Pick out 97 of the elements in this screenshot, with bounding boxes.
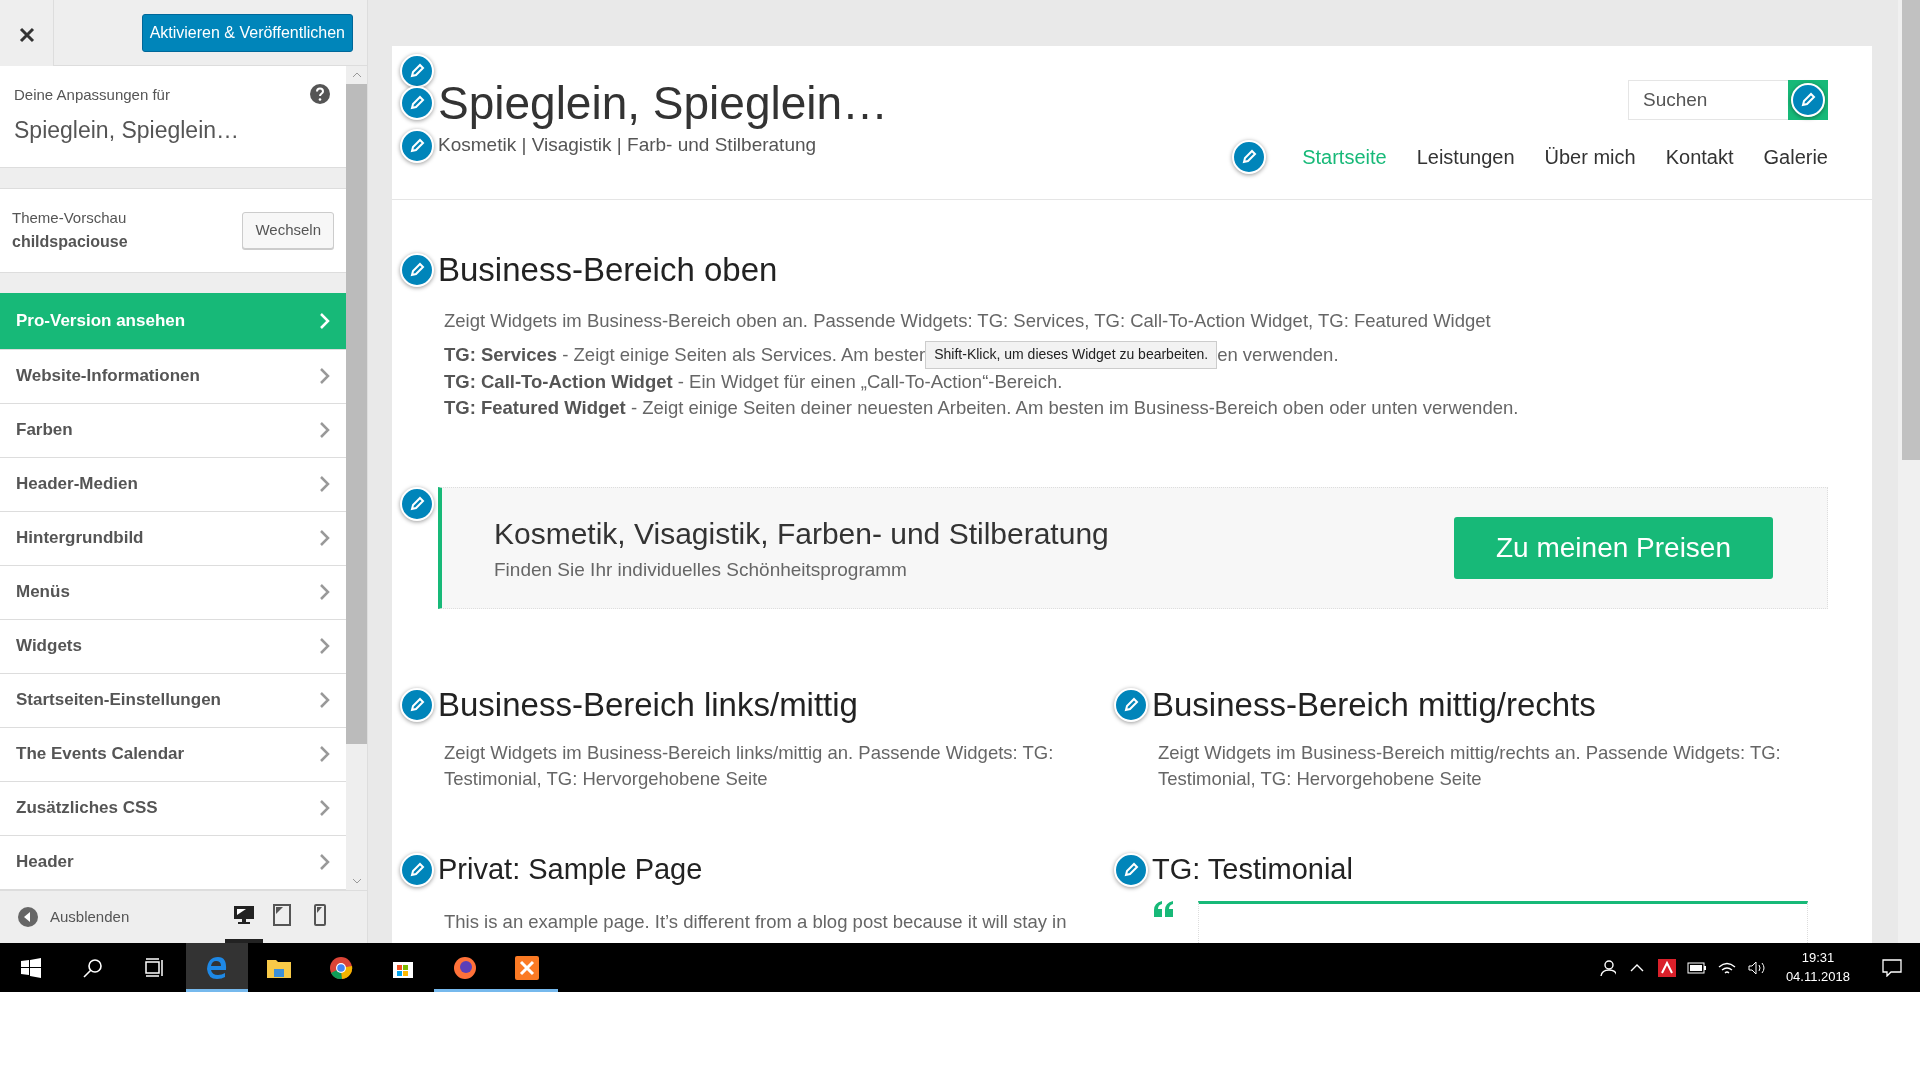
pencil-icon bbox=[1123, 861, 1139, 878]
chevron-right-icon bbox=[318, 853, 330, 871]
edit-button[interactable] bbox=[400, 486, 434, 521]
site-name: Spieglein, Spieglein… bbox=[14, 115, 241, 145]
section-item[interactable]: The Events Calendar bbox=[0, 727, 346, 782]
chevron-right-icon bbox=[318, 421, 330, 439]
theme-preview-label: Theme-Vorschau bbox=[12, 208, 127, 228]
scrollbar-thumb[interactable] bbox=[1902, 0, 1920, 460]
task-view-icon bbox=[145, 957, 165, 978]
desktop-icon bbox=[233, 905, 255, 925]
battery-icon[interactable] bbox=[1686, 961, 1707, 974]
pencil-icon bbox=[409, 63, 425, 79]
section-item[interactable]: Zusätzliches CSS bbox=[0, 781, 346, 836]
widget-area-title: Business-Bereich oben bbox=[438, 250, 778, 290]
pencil-icon bbox=[409, 696, 425, 713]
nav-link[interactable]: Über mich bbox=[1544, 142, 1636, 172]
chevron-right-icon bbox=[318, 691, 330, 709]
widget-description: TG: Services - Zeigt einige Seiten als Services. Am bester bbox=[444, 343, 926, 368]
chevron-right-icon bbox=[318, 311, 330, 330]
nav-link[interactable]: Kontakt bbox=[1665, 142, 1734, 172]
pencil-icon bbox=[409, 495, 425, 512]
theme-name: childspaciouse bbox=[12, 231, 128, 252]
widget-description: TG: Featured Widget - Zeigt einige Seiten deiner neuesten Arbeiten. Am besten im Business-Bereich oben oder unten verwenden. bbox=[444, 395, 1519, 420]
chevron-up-icon[interactable] bbox=[1629, 962, 1644, 973]
widget-area-title: TG: Testimonial bbox=[1152, 852, 1353, 888]
section-item[interactable]: Farben bbox=[0, 403, 346, 458]
publish-button[interactable]: Aktivieren & Veröffentlichen bbox=[141, 13, 353, 52]
search-icon bbox=[83, 957, 103, 978]
edit-button[interactable] bbox=[400, 687, 434, 722]
chevron-right-icon bbox=[318, 367, 330, 385]
widget-description: en verwenden. bbox=[1217, 343, 1339, 368]
quote-icon bbox=[1154, 901, 1174, 918]
pencil-icon bbox=[409, 261, 425, 278]
tablet-icon bbox=[273, 904, 291, 926]
help-icon[interactable] bbox=[310, 84, 330, 104]
widget-area-description: Zeigt Widgets im Business-Bereich links/mittig an. Passende Widgets: TG: Testimonial, TG: Hervorgehobene Seite bbox=[443, 741, 1055, 792]
widget-area-title: Privat: Sample Page bbox=[438, 852, 703, 888]
chevron-right-icon bbox=[318, 637, 330, 655]
widget-description: TG: Call-To-Action Widget - Ein Widget für einen „Call-To-Action“-Bereich. bbox=[444, 370, 1063, 395]
site-title: Spieglein, Spieglein… bbox=[438, 78, 889, 129]
search-field[interactable]: Suchen bbox=[1628, 80, 1788, 120]
speaker-icon[interactable] bbox=[1747, 960, 1766, 975]
edit-button[interactable] bbox=[400, 54, 434, 88]
widget-area-title: Business-Bereich mittig/rechts bbox=[1152, 684, 1596, 725]
edit-button[interactable] bbox=[400, 86, 434, 121]
widget-area-description: This is an example page. It’s different from a blog post because it will stay in bbox=[443, 910, 1068, 935]
section-item[interactable]: Startseiten-Einstellungen bbox=[0, 673, 346, 728]
nav-link[interactable]: Galerie bbox=[1763, 142, 1828, 172]
edit-button[interactable] bbox=[1114, 687, 1148, 722]
section-item[interactable]: Website-Informationen bbox=[0, 349, 346, 404]
wifi-icon[interactable] bbox=[1717, 960, 1736, 975]
clock-time: 19:31 bbox=[1800, 948, 1836, 967]
windows-icon bbox=[21, 957, 41, 978]
phone-icon bbox=[314, 904, 326, 926]
people-icon[interactable] bbox=[1597, 958, 1616, 977]
widget-area-description: Zeigt Widgets im Business-Bereich mittig/rechts an. Passende Widgets: TG: Testimonial, TG: Hervorgehobene Seite bbox=[1157, 741, 1782, 792]
chevron-right-icon bbox=[318, 475, 330, 493]
clock-date: 04.11.2018 bbox=[1785, 967, 1850, 986]
edit-button[interactable] bbox=[400, 252, 434, 287]
cta-title: Kosmetik, Visagistik, Farben- und Stilberatung bbox=[494, 516, 1109, 553]
customizing-label: Deine Anpassungen für bbox=[14, 85, 170, 105]
cta-subtitle: Finden Sie Ihr individuelles Schönheitsprogramm bbox=[494, 558, 908, 583]
edit-button[interactable] bbox=[1114, 852, 1148, 887]
change-theme-button[interactable]: Wechseln bbox=[242, 212, 334, 249]
round-browser-icon bbox=[329, 955, 353, 980]
widget-area-title: Business-Bereich links/mittig bbox=[438, 684, 858, 725]
section-item[interactable]: Hintergrundbild bbox=[0, 511, 346, 566]
edit-button[interactable] bbox=[400, 128, 434, 163]
section-item[interactable]: Header bbox=[0, 835, 346, 890]
close-icon bbox=[18, 26, 35, 43]
pencil-icon bbox=[409, 137, 425, 154]
tooltip: Shift-Klick, um dieses Widget zu bearbeiten. bbox=[925, 341, 1218, 370]
chevron-right-icon bbox=[318, 745, 330, 763]
collapse-button[interactable]: Ausblenden bbox=[12, 904, 136, 930]
taskbar-button[interactable] bbox=[186, 943, 248, 992]
section-item[interactable]: Menüs bbox=[0, 565, 346, 620]
section-item[interactable]: Header-Medien bbox=[0, 457, 346, 512]
chevron-right-icon bbox=[318, 583, 330, 601]
chevron-right-icon bbox=[318, 529, 330, 547]
crossed-box-icon bbox=[515, 955, 539, 980]
widget-area-description: Zeigt Widgets im Business-Bereich oben an. Passende Widgets: TG: Services, TG: Call-To-Action Widget, TG: Featured Widget bbox=[444, 308, 1492, 333]
close-button[interactable] bbox=[0, 0, 54, 66]
notification-icon[interactable] bbox=[1882, 958, 1902, 977]
scrollbar-thumb[interactable] bbox=[346, 84, 367, 744]
globe-icon bbox=[453, 955, 477, 980]
pencil-icon bbox=[409, 861, 425, 878]
chevron-right-icon bbox=[318, 799, 330, 817]
site-tagline: Kosmetik | Visagistik | Farb- und Stilberatung bbox=[438, 133, 817, 158]
nav-link[interactable]: Leistungen bbox=[1416, 142, 1515, 172]
pencil-icon bbox=[1800, 92, 1816, 108]
e-letter-icon bbox=[205, 955, 229, 980]
edit-button[interactable] bbox=[400, 852, 434, 887]
pencil-icon bbox=[1123, 696, 1139, 713]
pencil-icon bbox=[1241, 149, 1258, 165]
edit-button[interactable] bbox=[1232, 140, 1267, 174]
section-item[interactable]: Widgets bbox=[0, 619, 346, 674]
pencil-icon bbox=[409, 95, 425, 112]
